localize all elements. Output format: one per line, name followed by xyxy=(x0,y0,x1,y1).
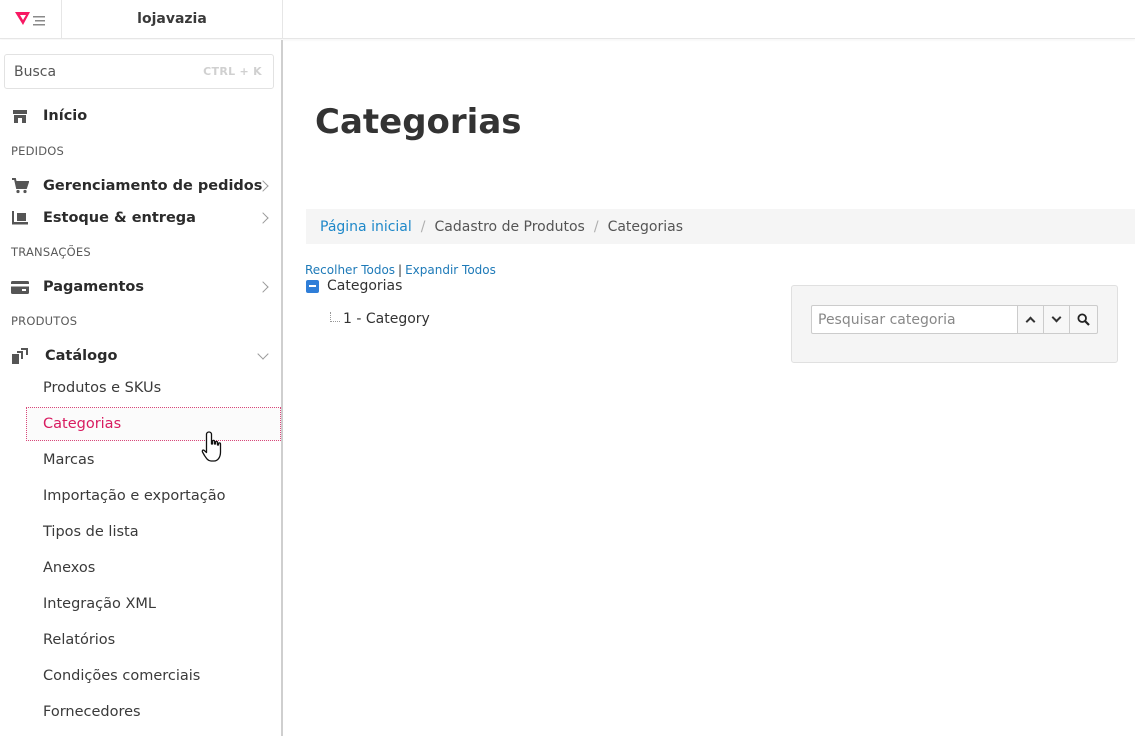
expand-all-link[interactable]: Expandir Todos xyxy=(405,263,496,277)
dolly-icon xyxy=(11,209,29,227)
breadcrumb-home-link[interactable]: Página inicial xyxy=(320,219,412,235)
chevron-up-icon xyxy=(1025,316,1036,327)
main-content: Categorias Página inicial / Cadastro de … xyxy=(285,40,1135,736)
chevron-down-icon xyxy=(1051,312,1062,323)
sidebar-item-label: Catálogo xyxy=(45,348,118,364)
sidebar-subitem-label: Importação e exportação xyxy=(43,488,226,504)
search-next-button[interactable] xyxy=(1043,305,1070,334)
chevron-right-icon xyxy=(257,281,269,293)
sidebar-item-label: Gerenciamento de pedidos xyxy=(43,178,263,194)
tree-actions-separator: | xyxy=(398,263,403,277)
sidebar-subitem-label: Marcas xyxy=(43,452,95,468)
collapse-minus-icon[interactable] xyxy=(306,279,319,293)
sidebar-subitem-condicoes-comerciais[interactable]: Condições comerciais xyxy=(0,659,281,693)
store-icon xyxy=(11,107,29,125)
category-search-input[interactable] xyxy=(811,305,1018,334)
sidebar-subitem-label: Condições comerciais xyxy=(43,668,201,684)
sidebar-subitem-label: Produtos e SKUs xyxy=(43,380,162,396)
tree-actions: Recolher Todos | Expandir Todos xyxy=(305,263,496,277)
search-button[interactable] xyxy=(1069,305,1098,334)
tree-child-node[interactable]: 1 - Category xyxy=(343,311,430,327)
breadcrumb: Página inicial / Cadastro de Produtos / … xyxy=(306,209,1135,244)
credit-card-icon xyxy=(11,278,29,296)
section-transacoes: TRANSAÇÕES xyxy=(11,245,91,259)
store-name[interactable]: lojavazia xyxy=(62,0,283,38)
sidebar-subitem-relatorios[interactable]: Relatórios xyxy=(0,623,281,657)
sidebar-subitem-categorias[interactable]: Categorias xyxy=(26,407,281,441)
chevron-right-icon xyxy=(257,212,269,224)
sidebar-subitem-label: Categorias xyxy=(43,416,122,432)
page-title: Categorias xyxy=(315,102,522,142)
sidebar-subitem-label: Relatórios xyxy=(43,632,116,648)
sidebar-item-pagamentos[interactable]: Pagamentos xyxy=(0,272,281,302)
sidebar-item-label: Estoque & entrega xyxy=(43,210,196,226)
search-previous-button[interactable] xyxy=(1017,305,1044,334)
category-search-panel xyxy=(791,285,1118,363)
search-shortcut-hint: CTRL + K xyxy=(203,65,262,78)
sidebar-item-gerenciamento-de-pedidos[interactable]: Gerenciamento de pedidos xyxy=(0,171,281,201)
cart-icon xyxy=(11,177,29,195)
sidebar-search[interactable]: Busca CTRL + K xyxy=(4,54,274,89)
breadcrumb-separator: / xyxy=(593,218,599,235)
search-icon xyxy=(1077,313,1090,326)
sidebar-subitem-marcas[interactable]: Marcas xyxy=(0,443,281,477)
logo-menu-button[interactable] xyxy=(0,0,62,38)
sidebar-item-label: Pagamentos xyxy=(43,279,144,295)
sidebar-item-catalogo[interactable]: Catálogo xyxy=(0,341,281,371)
catalog-icon xyxy=(11,347,29,365)
sidebar: Busca CTRL + K Início PEDIDOS Gerenciame… xyxy=(0,40,283,736)
section-pedidos: PEDIDOS xyxy=(11,144,65,158)
sidebar-subitem-produtos-e-skus[interactable]: Produtos e SKUs xyxy=(0,371,281,405)
breadcrumb-level1[interactable]: Cadastro de Produtos xyxy=(435,219,585,235)
sidebar-subitem-label: Tipos de lista xyxy=(43,524,139,540)
sidebar-subitem-label: Integração XML xyxy=(43,596,156,612)
sidebar-subitem-integracao-xml[interactable]: Integração XML xyxy=(0,587,281,621)
tree-root-label[interactable]: Categorias xyxy=(327,278,402,294)
sidebar-subitem-label: Fornecedores xyxy=(43,704,141,720)
sidebar-subitem-fornecedores[interactable]: Fornecedores xyxy=(0,695,281,729)
search-placeholder: Busca xyxy=(14,64,57,80)
hand-cursor-icon xyxy=(201,431,222,462)
tree-connector xyxy=(330,312,340,322)
sidebar-subitem-anexos[interactable]: Anexos xyxy=(0,551,281,585)
tree-root-node[interactable]: Categorias xyxy=(306,278,402,294)
chevron-down-icon xyxy=(257,348,269,360)
sidebar-subitem-importacao-e-exportacao[interactable]: Importação e exportação xyxy=(0,479,281,513)
sidebar-item-inicio[interactable]: Início xyxy=(0,101,281,131)
collapse-all-link[interactable]: Recolher Todos xyxy=(305,263,395,277)
top-bar: lojavazia xyxy=(0,0,1135,39)
breadcrumb-separator: / xyxy=(420,218,426,235)
sidebar-item-label: Início xyxy=(43,108,88,124)
section-produtos: PRODUTOS xyxy=(11,314,78,328)
vtex-logo-icon xyxy=(14,12,45,26)
breadcrumb-current: Categorias xyxy=(607,218,683,235)
sidebar-subitem-tipos-de-lista[interactable]: Tipos de lista xyxy=(0,515,281,549)
sidebar-item-estoque-entrega[interactable]: Estoque & entrega xyxy=(0,203,281,233)
sidebar-subitem-label: Anexos xyxy=(43,560,96,576)
